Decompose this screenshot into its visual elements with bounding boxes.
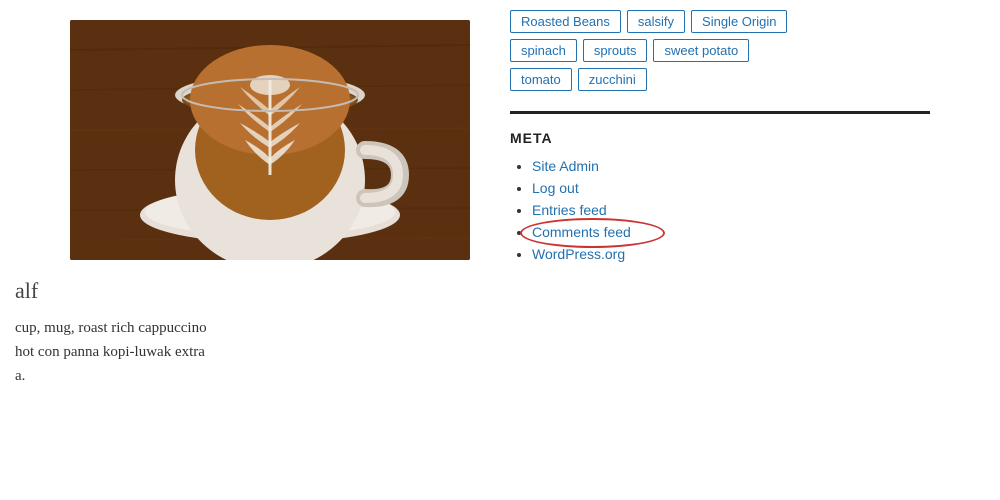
tag-sprouts[interactable]: sprouts — [583, 39, 648, 62]
tags-section: Roasted Beans salsify Single Origin spin… — [510, 10, 970, 91]
entries-feed-link[interactable]: Entries feed — [532, 202, 607, 218]
wordpress-org-link[interactable]: WordPress.org — [532, 246, 625, 262]
tag-salsify[interactable]: salsify — [627, 10, 685, 33]
page-wrapper: alf cup, mug, roast rich cappuccino hot … — [0, 0, 1000, 500]
tags-row-2: spinach sprouts sweet potato — [510, 39, 970, 62]
tags-row-1: Roasted Beans salsify Single Origin — [510, 10, 970, 33]
meta-entries-feed: Entries feed — [532, 202, 970, 218]
left-column: alf cup, mug, roast rich cappuccino hot … — [0, 0, 490, 500]
meta-list: Site Admin Log out Entries feed Comments… — [510, 158, 970, 262]
meta-wordpress-org: WordPress.org — [532, 246, 970, 262]
right-column: Roasted Beans salsify Single Origin spin… — [490, 0, 1000, 500]
tag-single-origin[interactable]: Single Origin — [691, 10, 787, 33]
tag-tomato[interactable]: tomato — [510, 68, 572, 91]
tag-spinach[interactable]: spinach — [510, 39, 577, 62]
tags-row-3: tomato zucchini — [510, 68, 970, 91]
site-admin-link[interactable]: Site Admin — [532, 158, 599, 174]
meta-heading: META — [510, 130, 970, 146]
meta-log-out: Log out — [532, 180, 970, 196]
section-divider — [510, 111, 930, 114]
meta-comments-feed: Comments feed — [532, 224, 970, 240]
tag-zucchini[interactable]: zucchini — [578, 68, 647, 91]
meta-site-admin: Site Admin — [532, 158, 970, 174]
body-text: cup, mug, roast rich cappuccino hot con … — [10, 316, 470, 388]
comments-feed-link[interactable]: Comments feed — [532, 224, 631, 240]
tag-sweet-potato[interactable]: sweet potato — [653, 39, 749, 62]
meta-section: META Site Admin Log out Entries feed Com… — [510, 130, 970, 262]
tag-roasted-beans[interactable]: Roasted Beans — [510, 10, 621, 33]
half-label: alf — [10, 278, 470, 304]
coffee-image — [70, 20, 470, 260]
log-out-link[interactable]: Log out — [532, 180, 579, 196]
